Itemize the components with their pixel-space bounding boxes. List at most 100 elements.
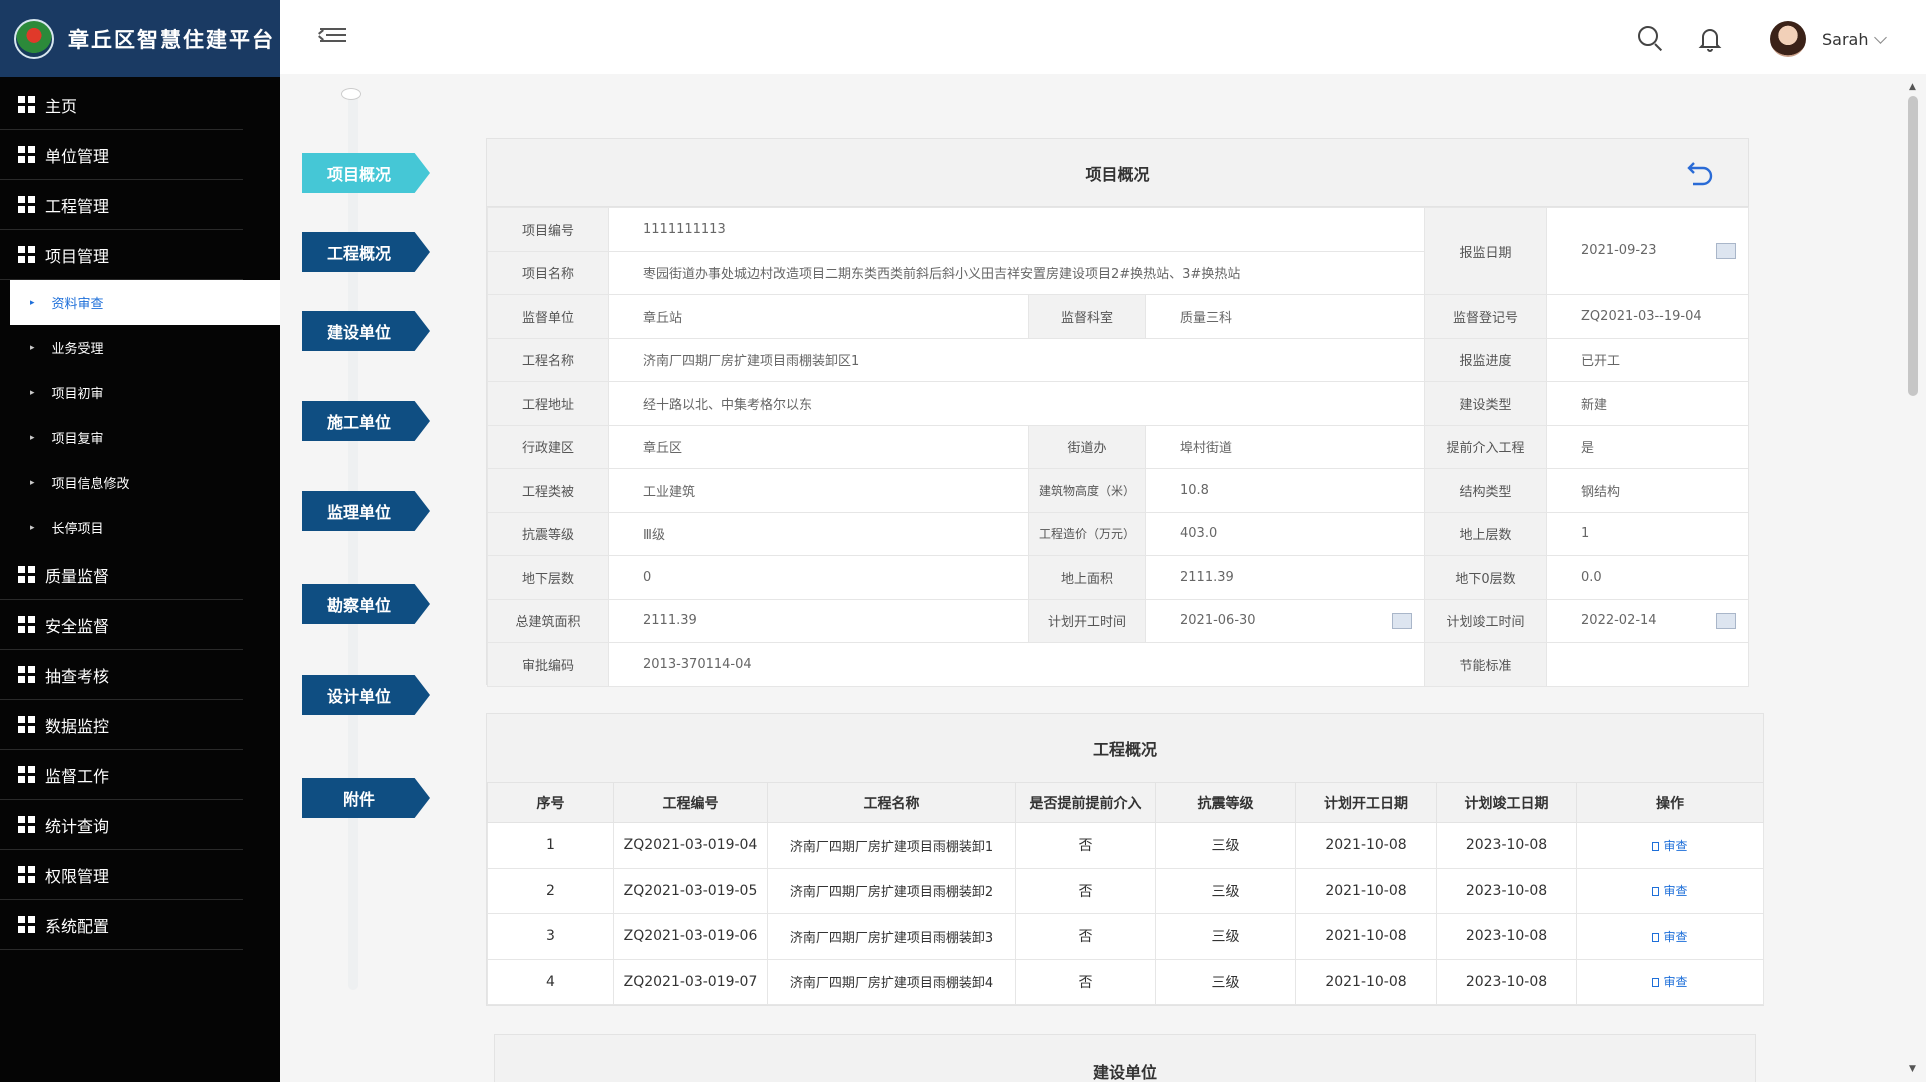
document-icon: [1652, 841, 1660, 851]
step-attachments[interactable]: 附件: [302, 778, 430, 818]
row-no: 1: [487, 822, 614, 869]
table-row: 3 ZQ2021-03-019-06 济南厂四期厂房扩建项目雨棚装卸3 否 三级…: [487, 913, 1764, 960]
plan-start-field[interactable]: 2021-06-30: [1144, 598, 1426, 643]
field-label: 总建筑面积: [487, 598, 609, 643]
sidebar-item-label: 抽查考核: [45, 666, 110, 686]
sidebar-item-unit-management[interactable]: 单位管理: [0, 130, 243, 180]
scroll-up-icon[interactable]: ▲: [1909, 82, 1916, 92]
step-construction-unit[interactable]: 建设单位: [302, 311, 430, 351]
row-end: 2023-10-08: [1436, 958, 1577, 1005]
sidebar-item-data-monitor[interactable]: 数据监控: [0, 700, 243, 750]
sidebar-item-label: 质量监督: [45, 566, 110, 586]
plan-start-value: 2021-06-30: [1180, 612, 1256, 628]
panel-title: 项目概况: [1085, 164, 1150, 184]
sidebar-item-label: 监督工作: [45, 766, 110, 786]
step-survey-unit[interactable]: 勘察单位: [302, 584, 430, 624]
field-label: 提前介入工程: [1424, 424, 1548, 469]
calendar-icon[interactable]: [1716, 243, 1737, 259]
review-label: 审查: [1663, 929, 1688, 944]
search-icon[interactable]: [1638, 26, 1663, 52]
row-early: 否: [1015, 867, 1156, 914]
back-icon[interactable]: [1686, 159, 1716, 187]
submenu-item-suspended[interactable]: ▸ 长停项目: [0, 505, 280, 550]
scroll-down-icon[interactable]: ▼: [1909, 1064, 1916, 1074]
plan-end-field[interactable]: 2022-02-14: [1546, 598, 1750, 643]
plan-end-value: 2022-02-14: [1581, 612, 1657, 628]
step-engineering-overview[interactable]: 工程概况: [302, 232, 430, 272]
sidebar-item-label: 统计查询: [45, 816, 110, 836]
submenu-item-label: 项目信息修改: [51, 477, 130, 492]
review-button[interactable]: 审查: [1652, 838, 1688, 853]
column-header: 计划开工日期: [1295, 782, 1437, 823]
sidebar-item-engineering-management[interactable]: 工程管理: [0, 180, 243, 230]
review-label: 审查: [1663, 884, 1688, 899]
sidebar-item-spot-check[interactable]: 抽查考核: [0, 650, 243, 700]
field-label: 计划开工时间: [1028, 598, 1146, 643]
review-label: 审查: [1663, 838, 1688, 853]
review-button[interactable]: 审查: [1652, 975, 1688, 989]
chevron-down-icon[interactable]: [1874, 31, 1887, 44]
row-start: 2021-10-08: [1295, 822, 1437, 869]
grid-icon: [18, 866, 35, 883]
sidebar-item-label: 工程管理: [45, 196, 110, 216]
field-label: 审批编码: [487, 642, 609, 687]
eng-name-value: 济南厂四期厂房扩建项目雨棚装卸区1: [607, 337, 1426, 382]
structure-value: 钢结构: [1546, 468, 1750, 513]
sidebar-item-project-management[interactable]: 项目管理: [0, 230, 243, 280]
row-start: 2021-10-08: [1295, 913, 1437, 960]
field-label: 监督单位: [487, 294, 609, 339]
step-supervisor-unit[interactable]: 监理单位: [302, 491, 430, 531]
build-type-value: 新建: [1546, 381, 1750, 426]
submenu-item-document-review[interactable]: ▸ 资料审查: [10, 280, 280, 325]
user-name[interactable]: Sarah: [1822, 30, 1868, 49]
submenu-item-info-edit[interactable]: ▸ 项目信息修改: [0, 460, 280, 505]
grid-icon: [18, 96, 35, 113]
project-info-table: 项目编号 1111111113 报监日期 2021-09-23 项目名称 枣园街…: [487, 207, 1750, 687]
sidebar-item-home[interactable]: 主页: [0, 80, 243, 130]
page-scrollbar[interactable]: ▲ ▼: [1905, 82, 1921, 1074]
calendar-icon[interactable]: [1716, 612, 1737, 629]
submenu-item-business-acceptance[interactable]: ▸ 业务受理: [0, 325, 280, 370]
step-design-unit[interactable]: 设计单位: [302, 675, 430, 715]
submenu-item-re-review[interactable]: ▸ 项目复审: [0, 415, 280, 460]
grid-icon: [18, 246, 35, 263]
row-code: ZQ2021-03-019-06: [613, 913, 768, 960]
grid-icon: [18, 766, 35, 783]
field-label: 计划竣工时间: [1424, 598, 1548, 643]
report-date-field[interactable]: 2021-09-23: [1546, 207, 1750, 295]
field-label: 工程地址: [487, 381, 609, 426]
sidebar-item-system-config[interactable]: 系统配置: [0, 900, 243, 950]
scrollbar-thumb[interactable]: [1908, 96, 1918, 396]
area-above-value: 2111.39: [1144, 555, 1426, 600]
step-builder-unit[interactable]: 施工单位: [302, 401, 430, 441]
app-logo[interactable]: 章丘区智慧住建平台: [0, 0, 280, 77]
grid-icon: [18, 196, 35, 213]
submenu-item-initial-review[interactable]: ▸ 项目初审: [0, 370, 280, 415]
rail-cap: [341, 88, 361, 100]
row-end: 2023-10-08: [1436, 867, 1577, 914]
sidebar-item-statistics[interactable]: 统计查询: [0, 800, 243, 850]
step-project-overview[interactable]: 项目概况: [302, 153, 430, 193]
row-early: 否: [1015, 958, 1156, 1005]
document-icon: [1652, 932, 1660, 942]
panel-header: 项目概况: [487, 139, 1748, 207]
supervise-unit-value: 章丘站: [608, 294, 1029, 339]
table-row: 1 ZQ2021-03-019-04 济南厂四期厂房扩建项目雨棚装卸1 否 三级…: [487, 822, 1764, 869]
sidebar-item-safety[interactable]: 安全监督: [0, 600, 243, 650]
sidebar-item-label: 数据监控: [45, 716, 110, 736]
sidebar-item-supervision-work[interactable]: 监督工作: [0, 750, 243, 800]
field-label: 地下层数: [487, 555, 609, 600]
bullet-icon: ▸: [30, 297, 35, 308]
review-button[interactable]: 审查: [1652, 929, 1688, 944]
row-start: 2021-10-08: [1295, 867, 1437, 914]
sidebar-item-permissions[interactable]: 权限管理: [0, 850, 243, 900]
report-date-value: 2021-09-23: [1581, 243, 1657, 258]
menu-toggle-icon[interactable]: [318, 28, 346, 48]
calendar-icon[interactable]: [1392, 612, 1413, 629]
avatar[interactable]: [1770, 21, 1806, 57]
sidebar-item-label: 主页: [45, 96, 78, 116]
bell-icon[interactable]: [1698, 26, 1722, 52]
submenu-item-label: 项目复审: [51, 432, 104, 447]
sidebar-item-quality[interactable]: 质量监督: [0, 550, 243, 600]
review-button[interactable]: 审查: [1652, 884, 1688, 899]
